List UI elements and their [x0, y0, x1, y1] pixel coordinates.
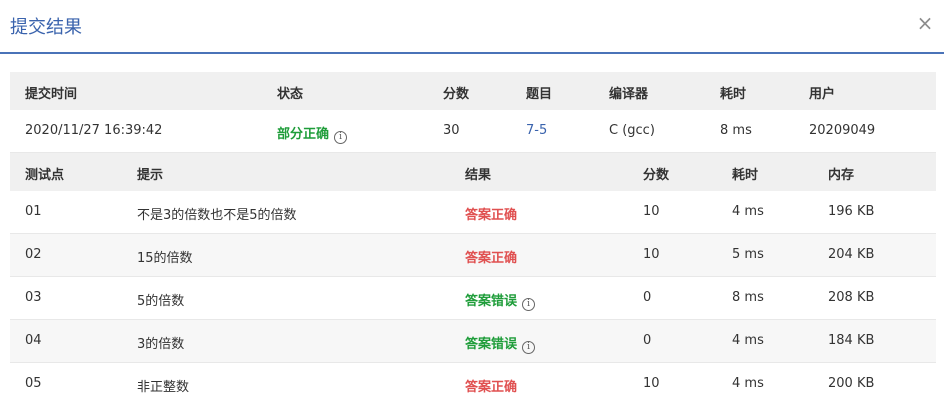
testcase-result: 答案正确 [465, 208, 518, 223]
header-time: 提交时间 [25, 87, 78, 102]
header-tc-time: 耗时 [732, 168, 759, 183]
header-memory: 内存 [828, 168, 855, 183]
testcase-id: 01 [25, 204, 42, 219]
table-row: 04 3的倍数 答案错误 i 0 4 ms 184 KB [10, 320, 936, 363]
testcase-memory: 204 KB [828, 247, 875, 262]
testcase-hint: 不是3的倍数也不是5的倍数 [137, 208, 297, 223]
submission-status-label: 部分正确 [277, 127, 330, 142]
header-testcase: 测试点 [25, 168, 65, 183]
submission-compiler: C (gcc) [609, 123, 655, 138]
testcase-memory: 184 KB [828, 333, 875, 348]
testcase-time: 5 ms [732, 247, 764, 262]
close-icon[interactable]: × [916, 12, 934, 34]
testcase-time: 4 ms [732, 376, 764, 391]
testcase-id: 05 [25, 376, 42, 391]
table-row: 05 非正整数 答案正确 10 4 ms 200 KB [10, 363, 936, 403]
info-icon[interactable]: i [522, 298, 536, 311]
testcase-score: 0 [643, 333, 652, 348]
testcase-result: 答案正确 [465, 380, 518, 395]
testcase-result: 答案正确 [465, 251, 518, 266]
header-score: 分数 [443, 87, 470, 102]
header-hint: 提示 [137, 168, 164, 183]
header-user: 用户 [809, 87, 836, 102]
testcase-hint: 3的倍数 [137, 337, 185, 352]
testcase-score: 10 [643, 204, 660, 219]
header-tc-score: 分数 [643, 168, 670, 183]
testcase-hint: 15的倍数 [137, 251, 193, 266]
submission-status[interactable]: 部分正确 i [277, 123, 348, 144]
table-row: 03 5的倍数 答案错误 i 0 8 ms 208 KB [10, 277, 936, 320]
testcase-id: 03 [25, 290, 42, 305]
testcase-time: 4 ms [732, 204, 764, 219]
header-compiler: 编译器 [609, 87, 649, 102]
testcase-score: 0 [643, 290, 652, 305]
table-row: 01 不是3的倍数也不是5的倍数 答案正确 10 4 ms 196 KB [10, 191, 936, 234]
testcase-time: 4 ms [732, 333, 764, 348]
testcase-memory: 200 KB [828, 376, 875, 391]
submission-elapsed: 8 ms [720, 123, 752, 138]
testcase-score: 10 [643, 376, 660, 391]
testcase-result[interactable]: 答案错误 i [465, 290, 536, 311]
submission-time: 2020/11/27 16:39:42 [25, 123, 163, 138]
testcase-header-row: 测试点 提示 结果 分数 耗时 内存 [10, 153, 936, 191]
header-elapsed: 耗时 [720, 87, 747, 102]
testcase-hint: 非正整数 [137, 380, 190, 395]
problem-link[interactable]: 7-5 [526, 123, 547, 138]
header-problem: 题目 [526, 87, 553, 102]
testcase-time: 8 ms [732, 290, 764, 305]
testcase-score: 10 [643, 247, 660, 262]
table-row: 02 15的倍数 答案正确 10 5 ms 204 KB [10, 234, 936, 277]
testcase-result[interactable]: 答案错误 i [465, 333, 536, 354]
info-icon[interactable]: i [334, 131, 348, 144]
info-icon[interactable]: i [522, 341, 536, 354]
testcase-id: 04 [25, 333, 42, 348]
submission-score: 30 [443, 123, 460, 138]
testcase-result-label: 答案错误 [465, 337, 518, 352]
testcase-memory: 196 KB [828, 204, 875, 219]
dialog-header: 提交结果 × [0, 0, 944, 54]
testcase-result-label: 答案错误 [465, 294, 518, 309]
dialog-title: 提交结果 [10, 17, 82, 38]
submission-header-row: 提交时间 状态 分数 题目 编译器 耗时 用户 [10, 72, 936, 110]
submission-user: 20209049 [809, 123, 876, 138]
header-status: 状态 [277, 87, 304, 102]
testcase-memory: 208 KB [828, 290, 875, 305]
header-result: 结果 [465, 168, 492, 183]
submission-row: 2020/11/27 16:39:42 部分正确 i 30 7-5 C (gcc)… [10, 110, 936, 153]
testcase-hint: 5的倍数 [137, 294, 185, 309]
testcase-id: 02 [25, 247, 42, 262]
